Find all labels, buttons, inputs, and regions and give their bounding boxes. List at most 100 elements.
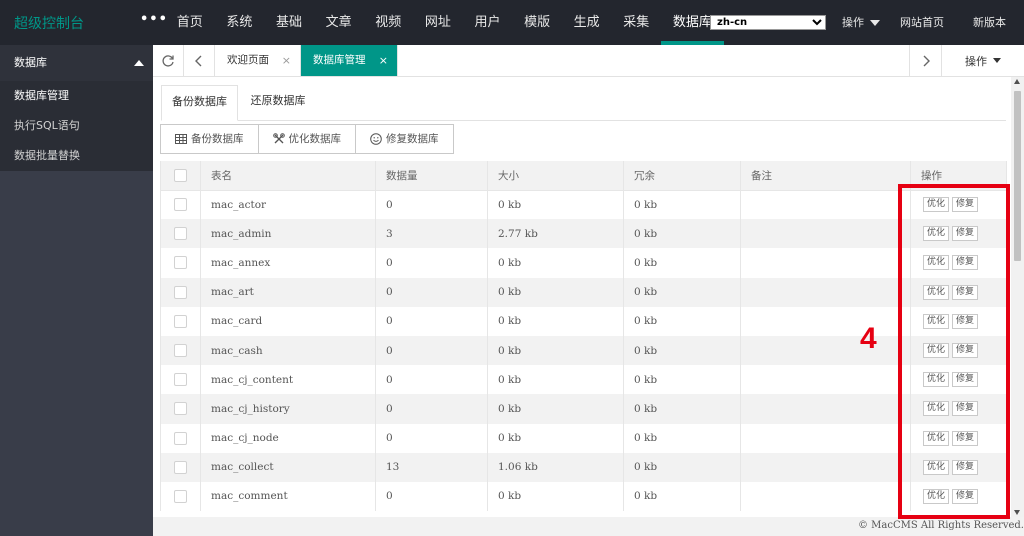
nav-item-template[interactable]: 模版 [512,0,562,45]
row-checkbox[interactable] [174,198,187,212]
tab-backup[interactable]: 备份数据库 [161,85,238,121]
tabs-next-button[interactable] [909,45,941,76]
row-select-cell [160,452,201,482]
sidebar-item-db-manage[interactable]: 数据库管理 [0,81,153,111]
repair-button[interactable]: 修复 [952,488,979,504]
scroll-down-icon[interactable] [1014,510,1020,515]
table-row: mac_cj_history 0 0 kb 0 kb 优化 修复 [160,394,1007,424]
optimize-db-label: 优化数据库 [288,133,342,145]
nav-item-user[interactable]: 用户 [463,0,513,45]
tab-ops-menu[interactable]: 操作 [941,45,1024,76]
row-checkbox[interactable] [174,285,187,299]
repair-button[interactable]: 修复 [952,343,979,359]
tab-restore[interactable]: 还原数据库 [238,85,318,121]
row-checkbox[interactable] [174,256,187,270]
nav-item-system[interactable]: 系统 [215,0,265,45]
cell-ops: 优化 修复 [910,452,1007,482]
row-select-cell [160,481,201,512]
repair-button[interactable]: 修复 [952,255,979,271]
row-checkbox[interactable] [174,314,187,328]
nav-item-generate[interactable]: 生成 [562,0,612,45]
cell-size: 1.06 kb [487,452,624,482]
top-ops-menu[interactable]: 操作 [842,0,880,45]
nav-item-website[interactable]: 网址 [413,0,463,45]
cell-row-count: 0 [375,481,488,512]
cell-ops: 优化 修复 [910,481,1007,512]
nav-item-home[interactable]: 首页 [165,0,215,45]
new-version-link[interactable]: 新版本 [973,0,1006,45]
optimize-button[interactable]: 优化 [923,430,950,446]
language-select[interactable]: zh-cn [710,15,826,30]
cell-ops: 优化 修复 [910,277,1007,307]
select-all-checkbox[interactable] [174,168,187,182]
row-checkbox[interactable] [174,431,187,445]
row-checkbox[interactable] [174,460,187,474]
sidebar-item-exec-sql[interactable]: 执行SQL语句 [0,111,153,141]
repair-button[interactable]: 修复 [952,197,979,213]
optimize-button[interactable]: 优化 [923,401,950,417]
nav-item-video[interactable]: 视频 [363,0,413,45]
cell-row-count: 0 [375,423,488,453]
optimize-button[interactable]: 优化 [923,488,950,504]
repair-button[interactable]: 修复 [952,401,979,417]
select-all-cell [160,161,201,191]
tab-welcome[interactable]: 欢迎页面 × [215,45,301,76]
cell-table-name: mac_art [200,277,376,307]
repair-button[interactable]: 修复 [952,226,979,242]
refresh-button[interactable] [153,45,184,76]
repair-button[interactable]: 修复 [952,284,979,300]
row-select-cell [160,335,201,366]
app-logo[interactable]: 超级控制台 [14,13,84,33]
scrollbar-thumb[interactable] [1014,91,1021,261]
repair-button[interactable]: 修复 [952,313,979,329]
repair-db-button[interactable]: 修复数据库 [356,125,453,153]
cell-size: 2.77 kb [487,219,624,249]
nav-item-basic[interactable]: 基础 [264,0,314,45]
col-header-size: 大小 [487,161,624,191]
backup-db-button[interactable]: 备份数据库 [161,125,259,153]
optimize-button[interactable]: 优化 [923,313,950,329]
row-checkbox[interactable] [174,402,187,416]
optimize-button[interactable]: 优化 [923,343,950,359]
repair-button[interactable]: 修复 [952,372,979,388]
main-content: 备份数据库 还原数据库 备份数据库 优化数据库 修复数据库 表名 数据量 大小 … [153,77,1024,517]
cell-ops: 优化 修复 [910,365,1007,395]
scroll-up-icon[interactable] [1014,79,1020,84]
tab-welcome-label: 欢迎页面 [227,54,269,66]
tabs-prev-button[interactable] [184,45,215,76]
nav-item-article[interactable]: 文章 [314,0,364,45]
nav-item-collect[interactable]: 采集 [611,0,661,45]
row-checkbox[interactable] [174,227,187,241]
cell-row-count: 3 [375,219,488,249]
menu-toggle-button[interactable]: ••• [140,12,168,27]
row-checkbox[interactable] [174,489,187,503]
table-row: mac_cj_node 0 0 kb 0 kb 优化 修复 [160,423,1007,453]
cell-ops: 优化 修复 [910,335,1007,366]
close-icon[interactable]: × [282,45,291,76]
sidebar-item-batch-replace[interactable]: 数据批量替换 [0,141,153,171]
table-body: mac_actor 0 0 kb 0 kb 优化 修复 mac_admin 3 2.77 kb 0… [160,190,1007,512]
cell-table-name: mac_cj_history [200,394,376,424]
cell-note [740,190,911,220]
close-icon[interactable]: × [379,45,388,76]
optimize-button[interactable]: 优化 [923,226,950,242]
content-scrollbar[interactable] [1011,77,1024,517]
optimize-button[interactable]: 优化 [923,372,950,388]
repair-button[interactable]: 修复 [952,459,979,475]
site-home-link[interactable]: 网站首页 [900,0,944,45]
optimize-button[interactable]: 优化 [923,255,950,271]
tab-db-manage[interactable]: 数据库管理 × [301,45,398,76]
optimize-button[interactable]: 优化 [923,197,950,213]
row-select-cell [160,190,201,220]
page-tab-bar: 欢迎页面 × 数据库管理 × 操作 [153,45,1024,77]
optimize-db-button[interactable]: 优化数据库 [258,125,356,153]
main-nav: 首页 系统 基础 文章 视频 网址 用户 模版 生成 采集 数据库 [165,0,724,45]
optimize-button[interactable]: 优化 [923,284,950,300]
cell-row-count: 0 [375,394,488,424]
row-checkbox[interactable] [174,373,187,387]
copyright-text: © MacCMS All Rights Reserved. [857,520,1024,531]
row-checkbox[interactable] [174,344,187,358]
repair-button[interactable]: 修复 [952,430,979,446]
optimize-button[interactable]: 优化 [923,459,950,475]
sidebar-section-database[interactable]: 数据库 [0,45,153,81]
